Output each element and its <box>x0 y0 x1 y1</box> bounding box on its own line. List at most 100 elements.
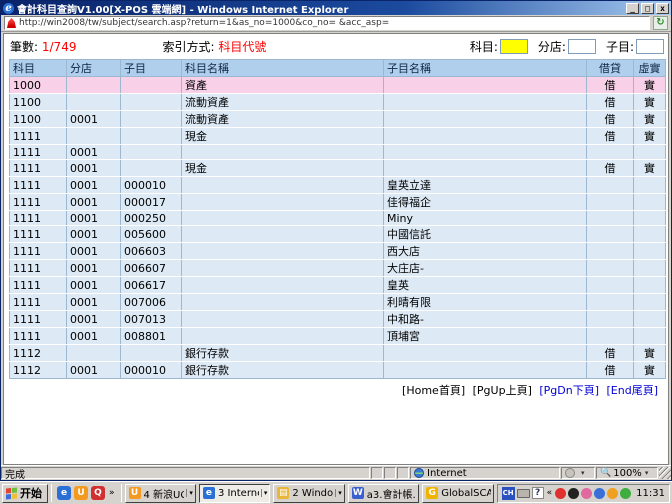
subject-label: 科目: <box>470 38 498 55</box>
table-row[interactable]: 11110001006607大庄店- <box>10 260 666 277</box>
cell <box>587 277 634 294</box>
cell: 0001 <box>67 243 121 260</box>
cell <box>587 294 634 311</box>
tray-chevron-icon[interactable]: « <box>546 488 554 498</box>
address-url: http://win2008/tw/subject/search.asp?ret… <box>19 18 389 28</box>
column-header: 科目 <box>10 60 67 77</box>
column-header: 虛實 <box>634 60 666 77</box>
uc-quick-icon[interactable]: U <box>74 486 88 500</box>
column-header: 借貸 <box>587 60 634 77</box>
table-row[interactable]: 11110001 <box>10 145 666 160</box>
pgup-page-link[interactable]: [PgUp上頁] <box>473 384 532 397</box>
qq-quick-icon[interactable]: Q <box>91 486 105 500</box>
table-row[interactable]: 11110001007013中和路- <box>10 311 666 328</box>
table-row[interactable]: 11120001000010銀行存款借實 <box>10 362 666 379</box>
table-row[interactable]: 1100流動資產借實 <box>10 94 666 111</box>
taskbar: 开始 eUQ» U4 新浪UC▾e3 Interne...▾▤2 Windows… <box>0 481 672 504</box>
index-caption: 索引方式: <box>162 40 214 54</box>
address-input[interactable]: http://win2008/tw/subject/search.asp?ret… <box>4 16 650 30</box>
cell: 西大店 <box>384 243 587 260</box>
cell: 1100 <box>10 94 67 111</box>
refresh-go-button[interactable]: ↻ <box>653 16 668 30</box>
cell: 0001 <box>67 211 121 226</box>
cell: 006603 <box>121 243 182 260</box>
cell: 實 <box>634 94 666 111</box>
language-indicator[interactable]: CH <box>502 487 515 500</box>
subitem-input[interactable] <box>636 39 664 54</box>
favicon-flame-icon <box>7 18 16 28</box>
cell: 000010 <box>121 362 182 379</box>
protected-mode-pane[interactable]: ▾ <box>561 467 595 479</box>
cell <box>182 277 384 294</box>
cell: 1111 <box>10 160 67 177</box>
quick-launch-chevron-icon[interactable]: » <box>108 488 116 498</box>
table-row[interactable]: 11110001000017佳得福企 <box>10 194 666 211</box>
table-row[interactable]: 11110001008801頂埔宮 <box>10 328 666 345</box>
index-value: 科目代號 <box>218 40 266 54</box>
table-row[interactable]: 11110001006617皇英 <box>10 277 666 294</box>
cell: Miny <box>384 211 587 226</box>
cell: 1112 <box>10 345 67 362</box>
taskbar-button[interactable]: Wa3.會計帳... <box>348 484 419 503</box>
taskbar-button-label: GlobalSCAP... <box>441 488 490 499</box>
cell <box>384 111 587 128</box>
taskbar-button[interactable]: e3 Interne...▾ <box>199 484 270 503</box>
table-row[interactable]: 1111現金借實 <box>10 128 666 145</box>
taskbar-button[interactable]: U4 新浪UC▾ <box>125 484 196 503</box>
taskbar-divider <box>51 484 52 502</box>
cell <box>384 145 587 160</box>
subitem-label: 子目: <box>606 38 634 55</box>
cell <box>182 311 384 328</box>
group-chevron-icon[interactable]: ▾ <box>261 489 268 497</box>
cell: 007006 <box>121 294 182 311</box>
maximize-button[interactable]: □ <box>641 3 654 14</box>
cell: 實 <box>634 77 666 94</box>
cell: 大庄店- <box>384 260 587 277</box>
table-row[interactable]: 1000資產借實 <box>10 77 666 94</box>
help-icon[interactable]: ? <box>532 487 544 499</box>
table-row[interactable]: 11110001000250Miny <box>10 211 666 226</box>
zoom-control[interactable]: 🔍 100% ▾ <box>596 467 658 479</box>
task-buttons: U4 新浪UC▾e3 Interne...▾▤2 Windows...▾Wa3.… <box>125 484 494 503</box>
star-tray-icon[interactable] <box>607 488 618 499</box>
taskbar-button[interactable]: GGlobalSCAP... <box>422 484 493 503</box>
cell: 現金 <box>182 128 384 145</box>
table-row[interactable]: 11000001流動資產借實 <box>10 111 666 128</box>
taskbar-button[interactable]: ▤2 Windows...▾ <box>273 484 344 503</box>
group-chevron-icon[interactable]: ▾ <box>335 489 342 497</box>
branch-input[interactable] <box>568 39 596 54</box>
penguin-tray-icon[interactable] <box>568 488 579 499</box>
messenger-tray-icon[interactable] <box>581 488 592 499</box>
cell <box>634 260 666 277</box>
cell <box>587 211 634 226</box>
table-row[interactable]: 11110001005600中國信託 <box>10 226 666 243</box>
pgdn-page-link[interactable]: [PgDn下頁] <box>539 384 599 397</box>
start-button[interactable]: 开始 <box>2 484 48 503</box>
table-row[interactable]: 11110001007006利晴有限 <box>10 294 666 311</box>
cell: 借 <box>587 160 634 177</box>
group-chevron-icon[interactable]: ▾ <box>186 489 193 497</box>
cell <box>634 311 666 328</box>
update-tray-icon[interactable] <box>620 488 631 499</box>
cell: 0001 <box>67 160 121 177</box>
taskbar-button-icon: G <box>426 487 438 499</box>
subject-input[interactable] <box>500 39 528 54</box>
ie-quick-icon[interactable]: e <box>57 486 71 500</box>
qq-tray-icon[interactable] <box>555 488 566 499</box>
cell: 1111 <box>10 328 67 345</box>
close-button[interactable]: x <box>656 3 669 14</box>
minimize-button[interactable]: _ <box>626 3 639 14</box>
home-page-link[interactable]: [Home首頁] <box>402 384 465 397</box>
app-tray-icon[interactable] <box>594 488 605 499</box>
table-row[interactable]: 11110001006603西大店 <box>10 243 666 260</box>
end-page-link[interactable]: [End尾頁] <box>607 384 659 397</box>
cell: 頂埔宮 <box>384 328 587 345</box>
table-row[interactable]: 11110001現金借實 <box>10 160 666 177</box>
printer-icon[interactable] <box>517 489 530 498</box>
cell: 0001 <box>67 328 121 345</box>
cell <box>121 111 182 128</box>
table-row[interactable]: 11110001000010皇英立達 <box>10 177 666 194</box>
title-bar: e 會計科目查詢V1.00[X-POS 雲端網] - Windows Inter… <box>1 1 671 15</box>
resize-grip[interactable] <box>659 467 671 479</box>
table-row[interactable]: 1112銀行存款借實 <box>10 345 666 362</box>
